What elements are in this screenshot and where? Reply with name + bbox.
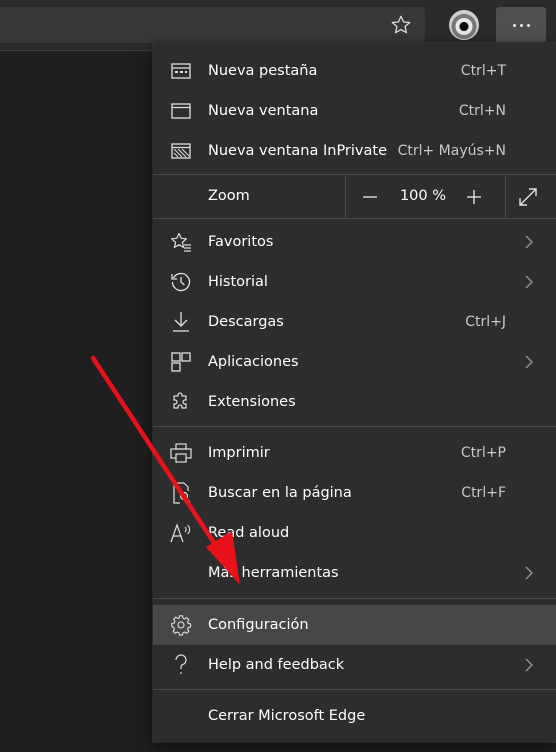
inprivate-icon xyxy=(170,140,192,162)
apps-label: Aplicaciones xyxy=(208,354,299,370)
read-aloud-icon xyxy=(170,522,192,544)
more-tools-label: Más herramientas xyxy=(208,565,339,581)
zoom-in-button[interactable] xyxy=(457,180,491,214)
puzzle-icon xyxy=(170,391,192,413)
star-outline-icon xyxy=(390,14,412,36)
chevron-right-icon xyxy=(522,355,536,369)
new-inprivate-shortcut: Ctrl+ Mayús+N xyxy=(397,143,506,159)
print-shortcut: Ctrl+P xyxy=(460,445,506,461)
window-icon xyxy=(170,100,192,122)
new-tab-icon xyxy=(170,60,192,82)
avatar xyxy=(449,10,479,40)
minus-icon xyxy=(362,189,378,205)
menu-item-history[interactable]: Historial xyxy=(153,262,556,302)
download-icon xyxy=(170,311,192,333)
add-favorite-button[interactable] xyxy=(383,7,419,43)
menu-item-new-inprivate[interactable]: Nueva ventana InPrivate Ctrl+ Mayús+N xyxy=(153,131,556,171)
settings-and-more-button[interactable] xyxy=(496,7,546,43)
close-edge-label: Cerrar Microsoft Edge xyxy=(208,708,366,724)
new-tab-shortcut: Ctrl+T xyxy=(460,63,506,79)
ellipsis-icon xyxy=(512,23,530,27)
menu-separator xyxy=(153,598,556,599)
downloads-shortcut: Ctrl+J xyxy=(465,314,506,330)
menu-item-read-aloud[interactable]: Read aloud xyxy=(153,513,556,553)
menu-item-find[interactable]: Buscar en la página Ctrl+F xyxy=(153,473,556,513)
settings-label: Configuración xyxy=(208,617,309,633)
zoom-value: 100 % xyxy=(399,188,447,204)
fullscreen-button[interactable] xyxy=(511,180,545,214)
new-window-label: Nueva ventana xyxy=(208,103,319,119)
print-label: Imprimir xyxy=(208,445,270,461)
menu-separator xyxy=(153,174,556,175)
printer-icon xyxy=(170,442,192,464)
zoom-row: Zoom 100 % xyxy=(153,176,556,218)
chevron-right-icon xyxy=(522,658,536,672)
menu-separator xyxy=(153,218,556,219)
zoom-out-button[interactable] xyxy=(353,180,387,214)
menu-item-print[interactable]: Imprimir Ctrl+P xyxy=(153,433,556,473)
menu-item-close-edge[interactable]: Cerrar Microsoft Edge xyxy=(153,696,556,736)
extensions-label: Extensiones xyxy=(208,394,296,410)
chevron-right-icon xyxy=(522,275,536,289)
zoom-divider xyxy=(345,176,346,218)
gear-icon xyxy=(170,614,192,636)
question-icon xyxy=(170,654,192,676)
menu-separator xyxy=(153,426,556,427)
new-tab-label: Nueva pestaña xyxy=(208,63,318,79)
favorites-label: Favoritos xyxy=(208,234,274,250)
menu-item-extensions[interactable]: Extensiones xyxy=(153,382,556,422)
menu-item-downloads[interactable]: Descargas Ctrl+J xyxy=(153,302,556,342)
new-inprivate-label: Nueva ventana InPrivate xyxy=(208,143,387,159)
chevron-right-icon xyxy=(522,235,536,249)
menu-separator xyxy=(153,689,556,690)
history-label: Historial xyxy=(208,274,268,290)
chevron-right-icon xyxy=(522,566,536,580)
zoom-label: Zoom xyxy=(208,188,250,204)
menu-item-new-tab[interactable]: Nueva pestaña Ctrl+T xyxy=(153,51,556,91)
apps-icon xyxy=(170,351,192,373)
new-window-shortcut: Ctrl+N xyxy=(458,103,506,119)
settings-menu: Nueva pestaña Ctrl+T Nueva ventana Ctrl+… xyxy=(153,43,556,742)
plus-icon xyxy=(466,189,482,205)
find-shortcut: Ctrl+F xyxy=(461,485,506,501)
profile-button[interactable] xyxy=(446,7,482,43)
favorites-icon xyxy=(170,231,192,253)
menu-item-help[interactable]: Help and feedback xyxy=(153,645,556,685)
menu-item-more-tools[interactable]: Más herramientas xyxy=(153,553,556,593)
history-icon xyxy=(170,271,192,293)
menu-item-new-window[interactable]: Nueva ventana Ctrl+N xyxy=(153,91,556,131)
find-label: Buscar en la página xyxy=(208,485,352,501)
read-aloud-label: Read aloud xyxy=(208,525,290,541)
menu-item-apps[interactable]: Aplicaciones xyxy=(153,342,556,382)
menu-item-settings[interactable]: Configuración xyxy=(153,605,556,645)
zoom-divider xyxy=(505,176,506,218)
downloads-label: Descargas xyxy=(208,314,284,330)
address-bar[interactable] xyxy=(0,7,425,43)
fullscreen-icon xyxy=(518,187,538,207)
help-label: Help and feedback xyxy=(208,657,345,673)
find-icon xyxy=(170,482,192,504)
menu-item-favorites[interactable]: Favoritos xyxy=(153,222,556,262)
